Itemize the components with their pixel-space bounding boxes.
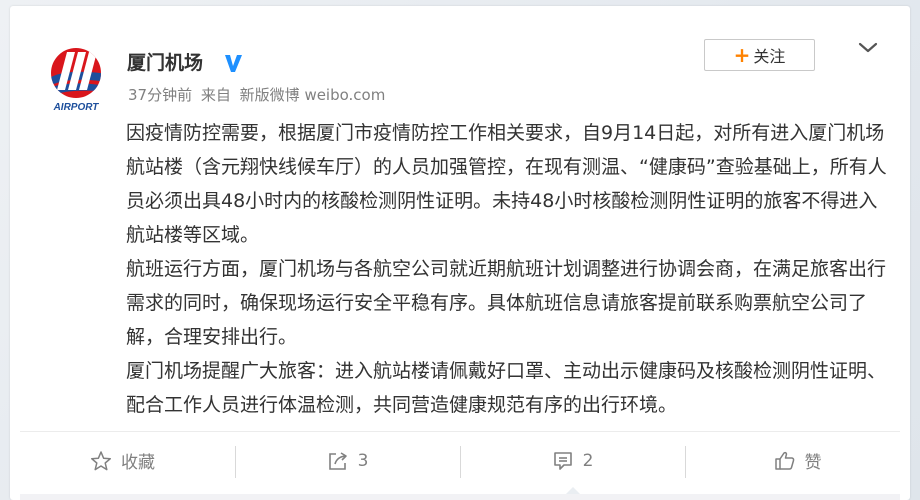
post-source[interactable]: 新版微博 weibo.com <box>240 86 386 104</box>
repost-button[interactable]: 3 <box>235 438 460 483</box>
post-paragraph: 航班运行方面，厦门机场与各航空公司就近期航班计划调整进行协调会商，在满足旅客出行… <box>126 258 887 348</box>
thumbs-up-icon <box>774 451 794 470</box>
chevron-down-icon[interactable] <box>856 38 880 58</box>
comment-button[interactable]: 2 <box>460 438 685 494</box>
favorite-label: 收藏 <box>121 453 155 473</box>
favorite-button[interactable]: 收藏 <box>10 438 235 483</box>
weibo-post-card: AIRPORT 厦门机场 37分钟前 来自 新版微博 weibo.com + 关… <box>10 6 910 500</box>
post-content: 因疫情防控需要，根据厦门市疫情防控工作相关要求，自9月14日起，对所有进入厦门机… <box>126 116 896 422</box>
source-prefix: 来自 <box>200 86 231 104</box>
divider <box>20 431 900 432</box>
follow-label: 关注 <box>753 47 786 66</box>
comment-icon <box>553 451 572 470</box>
comment-count: 2 <box>582 450 594 471</box>
action-bar: 收藏 3 2 赞 <box>10 438 910 494</box>
post-paragraph: 厦门机场提醒广大旅客：进入航站楼请佩戴好口罩、主动出示健康码及核酸检测阴性证明、… <box>126 360 887 416</box>
post-time[interactable]: 37分钟前 <box>128 86 192 104</box>
star-icon <box>90 450 112 470</box>
share-icon <box>328 451 347 470</box>
comment-area-strip <box>20 494 900 500</box>
plus-icon: + <box>733 43 751 67</box>
like-button[interactable]: 赞 <box>685 438 910 483</box>
airport-logo-text: AIRPORT <box>53 102 100 113</box>
airport-logo-icon: AIRPORT <box>51 48 101 113</box>
post-meta: 37分钟前 来自 新版微博 weibo.com <box>128 85 389 105</box>
like-label: 赞 <box>804 453 822 473</box>
account-name[interactable]: 厦门机场 <box>127 50 203 76</box>
repost-count: 3 <box>357 450 369 471</box>
post-paragraph: 因疫情防控需要，根据厦门市疫情防控工作相关要求，自9月14日起，对所有进入厦门机… <box>126 122 887 246</box>
avatar[interactable]: AIRPORT <box>47 44 105 116</box>
follow-button[interactable]: + 关注 <box>704 39 815 71</box>
verified-badge-icon <box>225 55 242 72</box>
